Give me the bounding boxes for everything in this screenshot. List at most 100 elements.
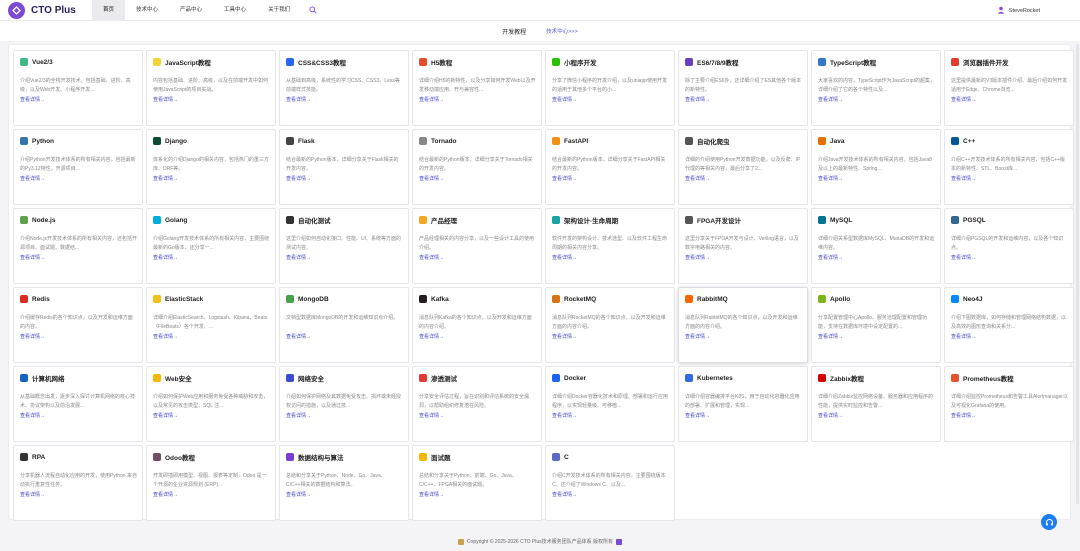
view-details-link[interactable]: 查看详情→ <box>20 491 137 498</box>
tutorial-card[interactable]: Web安全 介绍如何保护Web应用和服务免受各种威胁和攻击，以及常见的攻击类型、S… <box>146 366 276 442</box>
view-details-link[interactable]: 查看详情→ <box>818 96 935 103</box>
tutorial-card[interactable]: Apollo 分享配置管理中心Apollo、服务治理配置和管理功能，支持在数据库环… <box>811 287 941 363</box>
user-menu[interactable]: SteveRocket <box>997 0 1040 21</box>
tutorial-card[interactable]: TypeScript教程 大家喜欢的内容，TypeScript作为JavaScri… <box>811 50 941 126</box>
view-details-link[interactable]: 查看详情→ <box>286 254 403 261</box>
view-details-link[interactable]: 查看详情→ <box>951 254 1068 261</box>
view-details-link[interactable]: 查看详情→ <box>286 96 403 103</box>
view-details-link[interactable]: 查看详情→ <box>20 333 137 340</box>
card-title[interactable]: MongoDB <box>298 296 329 303</box>
view-details-link[interactable]: 查看详情→ <box>419 96 536 103</box>
tutorial-card[interactable]: H5教程 详细介绍H5的新特性，以及分享如何开发Web以及开发移动端应用、开与兼容… <box>412 50 542 126</box>
view-details-link[interactable]: 查看详情→ <box>951 96 1068 103</box>
card-title[interactable]: 渗透测试 <box>431 373 457 383</box>
tutorial-card[interactable]: FPGA开发设计 这里分享关于FPGA开发与设计、Verilog语言，以及数字电路… <box>678 208 808 284</box>
view-details-link[interactable]: 查看详情→ <box>552 96 669 103</box>
card-title[interactable]: Flask <box>298 138 315 145</box>
view-details-link[interactable]: 查看详情→ <box>153 96 270 103</box>
tutorial-card[interactable]: Golang 介绍Golang开发技术体系的所有相关内容，主要围绕最新的Go版本，… <box>146 208 276 284</box>
view-details-link[interactable]: 查看详情→ <box>951 333 1068 340</box>
tutorial-card[interactable]: 自动化测试 这里介绍如何自动化接口、性能、UI、系统等方面的测试内容。 查看详情→ <box>279 208 409 284</box>
tutorial-card[interactable]: 网络安全 介绍如何保护网络及其数据免受攻击、损坏或未经授权访问的措施，以及通过技.… <box>279 366 409 442</box>
card-title[interactable]: 网络安全 <box>298 373 324 383</box>
view-details-link[interactable]: 查看详情→ <box>419 412 536 419</box>
nav-product-center[interactable]: 产品中心 <box>169 0 213 21</box>
view-details-link[interactable]: 查看详情→ <box>153 333 270 340</box>
card-title[interactable]: 计算机网络 <box>32 373 65 383</box>
tutorial-card[interactable]: CSS&CSS3教程 从基础到高级，系统性的学习CSS、CSS3、Less等前端样… <box>279 50 409 126</box>
tutorial-card[interactable]: 渗透测试 分享安全评估过程，旨在识别和评估系统的安全漏洞，以帮助组织修复潜在风险。… <box>412 366 542 442</box>
card-title[interactable]: Node.js <box>32 217 55 224</box>
view-details-link[interactable]: 查看详情→ <box>818 175 935 182</box>
view-details-link[interactable]: 查看详情→ <box>153 175 270 182</box>
card-title[interactable]: Docker <box>564 375 586 382</box>
customer-service-button[interactable] <box>1041 514 1057 530</box>
tutorial-card[interactable]: Node.js 介绍Node.js开发技术体系的所有相关内容，还包括开源项目、面试… <box>13 208 143 284</box>
tutorial-card[interactable]: Docker 详细介绍Docker容器化技术和原理、部署和运行应用程序，以实现轻量… <box>545 366 675 442</box>
card-title[interactable]: ElasticStack <box>165 296 203 303</box>
view-details-link[interactable]: 查看详情→ <box>153 491 270 498</box>
tutorial-card[interactable]: ElasticStack 详细介绍ElasticSearch、Logstash、K… <box>146 287 276 363</box>
view-details-link[interactable]: 查看详情→ <box>685 175 802 182</box>
tutorial-card[interactable]: Redis 介绍缓存Redis的各个知识点，以及开发和运维方面的内容。 查看详情→ <box>13 287 143 363</box>
view-details-link[interactable]: 查看详情→ <box>951 175 1068 182</box>
tutorial-card[interactable]: 计算机网络 从基础概念出发，逐步深入探讨计算机网络的核心技术、协议架构以及前沿发展… <box>13 366 143 442</box>
view-details-link[interactable]: 查看详情→ <box>685 254 802 261</box>
search-icon[interactable] <box>301 0 325 21</box>
card-title[interactable]: 自动化爬虫 <box>697 136 730 146</box>
card-title[interactable]: Tornado <box>431 138 457 145</box>
card-title[interactable]: Kubernetes <box>697 375 733 382</box>
tutorial-card[interactable]: 产品经理 产品经理相关的内容分享，以及一些设计工具的使用介绍。 查看详情→ <box>412 208 542 284</box>
view-details-link[interactable]: 查看详情→ <box>951 412 1068 419</box>
tutorial-card[interactable]: Kubernetes 详细介绍容器编排平台K8S，用于自动化容器化应用的部署、扩展… <box>678 366 808 442</box>
card-title[interactable]: Redis <box>32 296 50 303</box>
tutorial-card[interactable]: Python 介绍Python开发技术体系的所有相关内容，包括最新的Py3.12特… <box>13 129 143 205</box>
tutorial-card[interactable]: Odoo教程 开发即插即用模型、视图、报表等定制，Odoo 是一个开源的企业资源规… <box>146 445 276 521</box>
brand-logo[interactable]: CTO Plus <box>8 1 92 19</box>
card-title[interactable]: RabbitMQ <box>697 296 728 303</box>
view-details-link[interactable]: 查看详情→ <box>818 333 935 340</box>
view-details-link[interactable]: 查看详情→ <box>419 333 536 340</box>
view-details-link[interactable]: 查看详情→ <box>419 491 536 498</box>
card-title[interactable]: 自动化测试 <box>298 215 331 225</box>
view-details-link[interactable]: 查看详情→ <box>286 333 403 340</box>
tutorial-card[interactable]: Prometheus教程 详细介绍监控Prometheus和告警工具Alertma… <box>944 366 1074 442</box>
view-details-link[interactable]: 查看详情→ <box>419 175 536 182</box>
tutorial-card[interactable]: Tornado 结合最新的Python版本，详细分享关于Tornado相关的开发内… <box>412 129 542 205</box>
view-details-link[interactable]: 查看详情→ <box>20 254 137 261</box>
tutorial-card[interactable]: 浏览器插件开发 这里提供最新的V3版本插件介绍、最后介绍如何开发适用于Edge、C… <box>944 50 1074 126</box>
view-details-link[interactable]: 查看详情→ <box>685 333 802 340</box>
tutorial-card[interactable]: Neo4J 介绍下图数据库，如何存储和管理网络结构数据，以及高效的图形查询和关系分… <box>944 287 1074 363</box>
card-title[interactable]: C <box>564 454 569 461</box>
card-title[interactable]: C++ <box>963 138 975 145</box>
tutorial-card[interactable]: JavaScript教程 内容包括基础、进阶、高级，以及在前端开发中如何使用Jav… <box>146 50 276 126</box>
nav-tech-center[interactable]: 技术中心 <box>125 0 169 21</box>
card-title[interactable]: 浏览器插件开发 <box>963 57 1009 67</box>
nav-about-us[interactable]: 关于我们 <box>257 0 301 21</box>
view-details-link[interactable]: 查看详情→ <box>20 175 137 182</box>
view-details-link[interactable]: 查看详情→ <box>153 412 270 419</box>
card-title[interactable]: 架构设计·生命周期 <box>564 215 618 225</box>
page-scrollbar[interactable] <box>1076 44 1079 504</box>
view-details-link[interactable]: 查看详情→ <box>552 491 669 498</box>
card-title[interactable]: H5教程 <box>431 57 452 67</box>
view-details-link[interactable]: 查看详情→ <box>286 412 403 419</box>
card-title[interactable]: 面试题 <box>431 452 451 462</box>
card-title[interactable]: PGSQL <box>963 217 986 224</box>
card-title[interactable]: Golang <box>165 217 187 224</box>
tutorial-card[interactable]: C 介绍C开发技术体系的所有相关内容，主要围绕版本C、还介绍了Windows C、… <box>545 445 675 521</box>
tutorial-card[interactable]: Java 介绍Java开发技术体系的所有相关内容，包括Java8及以上的最新特性、… <box>811 129 941 205</box>
card-title[interactable]: 小程序开发 <box>564 57 597 67</box>
card-title[interactable]: 数据结构与算法 <box>298 452 344 462</box>
card-title[interactable]: JavaScript教程 <box>165 57 211 67</box>
tutorial-card[interactable]: 小程序开发 分享了微信小程序的开发介绍，以及uniapp使用开发的适用于其他多个平… <box>545 50 675 126</box>
card-title[interactable]: TypeScript教程 <box>830 57 876 67</box>
card-title[interactable]: FPGA开发设计 <box>697 215 741 225</box>
view-details-link[interactable]: 查看详情→ <box>552 175 669 182</box>
tech-center-link[interactable]: 技术中心>>> <box>546 27 578 35</box>
card-title[interactable]: RPA <box>32 454 45 461</box>
view-details-link[interactable]: 查看详情→ <box>552 412 669 419</box>
tutorial-card[interactable]: 数据结构与算法 总结和分享关于Python、Node、Go、Java、C/C++相… <box>279 445 409 521</box>
view-details-link[interactable]: 查看详情→ <box>685 96 802 103</box>
card-title[interactable]: MySQL <box>830 217 852 224</box>
